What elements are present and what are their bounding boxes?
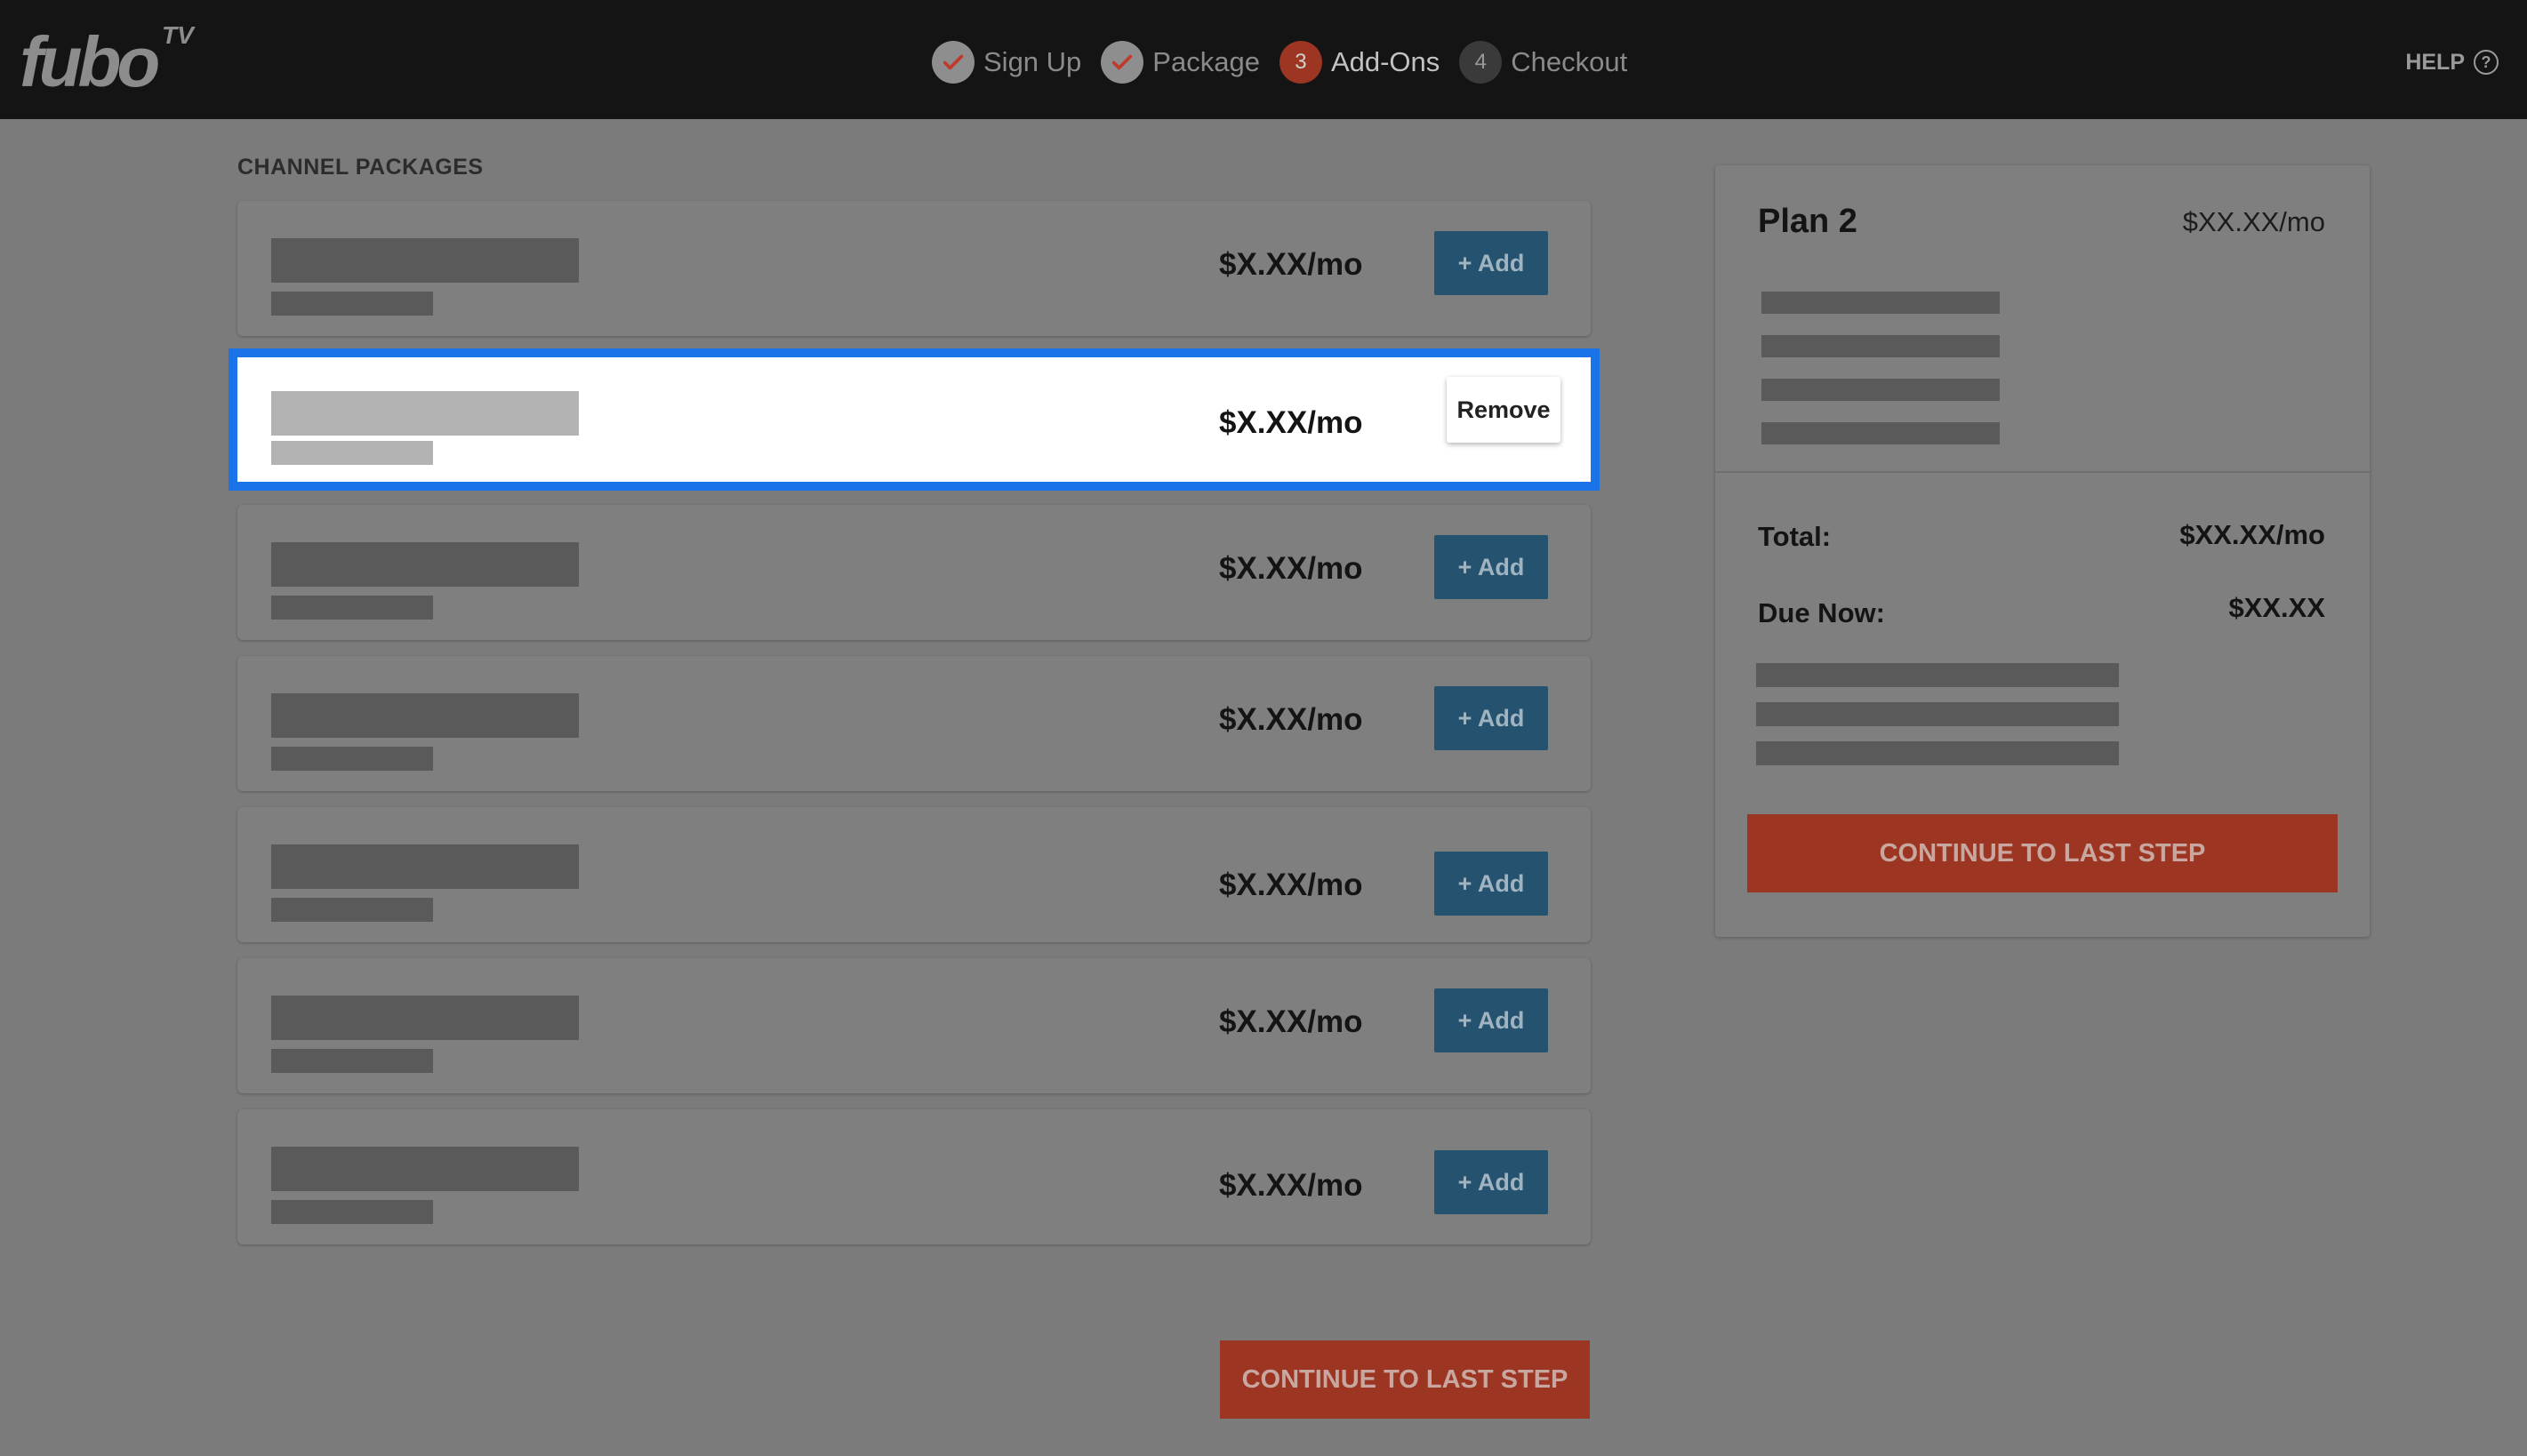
plan-feature-placeholder bbox=[1761, 379, 2000, 401]
fubo-logo[interactable]: fubo TV bbox=[20, 20, 206, 100]
package-price: $X.XX/mo bbox=[1219, 868, 1363, 902]
package-detail-placeholder bbox=[271, 596, 433, 620]
due-now-value: $XX.XX bbox=[2228, 592, 2325, 623]
due-now-label: Due Now: bbox=[1758, 597, 1885, 628]
package-detail-placeholder bbox=[271, 898, 433, 922]
step-label: Sign Up bbox=[983, 46, 1082, 77]
package-card: $X.XX/mo + Add bbox=[237, 958, 1591, 1093]
checkmark-icon bbox=[932, 41, 975, 84]
package-detail-placeholder bbox=[271, 1049, 433, 1073]
checkmark-icon bbox=[1101, 41, 1144, 84]
total-label: Total: bbox=[1758, 521, 1832, 552]
step-package: Package bbox=[1101, 41, 1260, 84]
total-value: $XX.XX/mo bbox=[2179, 519, 2325, 550]
remove-package-button[interactable]: Remove bbox=[1447, 377, 1560, 443]
step-label: Package bbox=[1152, 46, 1260, 77]
step-add-ons: 3 Add-Ons bbox=[1279, 41, 1440, 84]
plan-price: $XX.XX/mo bbox=[2182, 206, 2325, 237]
package-price: $X.XX/mo bbox=[1219, 1004, 1363, 1039]
top-navigation-bar: fubo TV Sign Up Package 3 Add-Ons 4 Chec… bbox=[0, 0, 2527, 119]
package-detail-placeholder bbox=[271, 441, 433, 465]
step-label: Checkout bbox=[1511, 46, 1628, 77]
add-package-button[interactable]: + Add bbox=[1434, 988, 1548, 1052]
package-name-placeholder bbox=[271, 996, 579, 1040]
step-number-badge: 3 bbox=[1279, 41, 1322, 84]
package-card-selected: $X.XX/mo Remove bbox=[229, 348, 1600, 491]
plan-feature-placeholder bbox=[1761, 422, 2000, 444]
logo-tv-superscript: TV bbox=[162, 21, 194, 49]
logo-wordmark: fubo bbox=[20, 22, 160, 101]
plan-feature-placeholder bbox=[1761, 292, 2000, 314]
package-name-placeholder bbox=[271, 1147, 579, 1191]
package-name-placeholder bbox=[271, 391, 579, 436]
summary-note-placeholder bbox=[1756, 663, 2119, 687]
step-label: Add-Ons bbox=[1330, 46, 1440, 77]
package-price: $X.XX/mo bbox=[1219, 405, 1363, 440]
step-checkout: 4 Checkout bbox=[1459, 41, 1627, 84]
package-price: $X.XX/mo bbox=[1219, 551, 1363, 586]
package-price: $X.XX/mo bbox=[1219, 702, 1363, 737]
add-package-button[interactable]: + Add bbox=[1434, 852, 1548, 916]
continue-to-last-step-button[interactable]: CONTINUE TO LAST STEP bbox=[1747, 814, 2338, 892]
add-package-button[interactable]: + Add bbox=[1434, 686, 1548, 750]
help-label: HELP bbox=[2405, 49, 2465, 75]
package-card: $X.XX/mo + Add bbox=[237, 807, 1591, 942]
package-detail-placeholder bbox=[271, 1200, 433, 1224]
help-link[interactable]: HELP ? bbox=[2405, 44, 2499, 80]
package-price: $X.XX/mo bbox=[1219, 247, 1363, 282]
package-name-placeholder bbox=[271, 542, 579, 587]
package-price: $X.XX/mo bbox=[1219, 1168, 1363, 1203]
plan-feature-placeholder bbox=[1761, 335, 2000, 357]
summary-note-placeholder bbox=[1756, 741, 2119, 765]
package-name-placeholder bbox=[271, 693, 579, 738]
order-summary-panel: Plan 2 $XX.XX/mo Total: $XX.XX/mo Due No… bbox=[1715, 165, 2370, 937]
add-package-button[interactable]: + Add bbox=[1434, 535, 1548, 599]
plan-name: Plan 2 bbox=[1758, 203, 1857, 240]
section-title: CHANNEL PACKAGES bbox=[237, 155, 484, 180]
package-card: $X.XX/mo + Add bbox=[237, 201, 1591, 336]
package-detail-placeholder bbox=[271, 747, 433, 771]
summary-note-placeholder bbox=[1756, 702, 2119, 726]
package-card: $X.XX/mo + Add bbox=[237, 656, 1591, 791]
package-detail-placeholder bbox=[271, 292, 433, 316]
add-package-button[interactable]: + Add bbox=[1434, 231, 1548, 295]
package-name-placeholder bbox=[271, 844, 579, 889]
package-name-placeholder bbox=[271, 238, 579, 283]
continue-to-last-step-button[interactable]: CONTINUE TO LAST STEP bbox=[1220, 1340, 1590, 1419]
package-card: $X.XX/mo + Add bbox=[237, 505, 1591, 640]
step-sign-up: Sign Up bbox=[932, 41, 1081, 84]
question-circle-icon: ? bbox=[2474, 50, 2499, 75]
step-number-badge: 4 bbox=[1459, 41, 1503, 84]
summary-divider bbox=[1715, 471, 2370, 473]
package-card: $X.XX/mo + Add bbox=[237, 1109, 1591, 1244]
add-package-button[interactable]: + Add bbox=[1434, 1150, 1548, 1214]
signup-progress-steps: Sign Up Package 3 Add-Ons 4 Checkout bbox=[932, 41, 1647, 84]
